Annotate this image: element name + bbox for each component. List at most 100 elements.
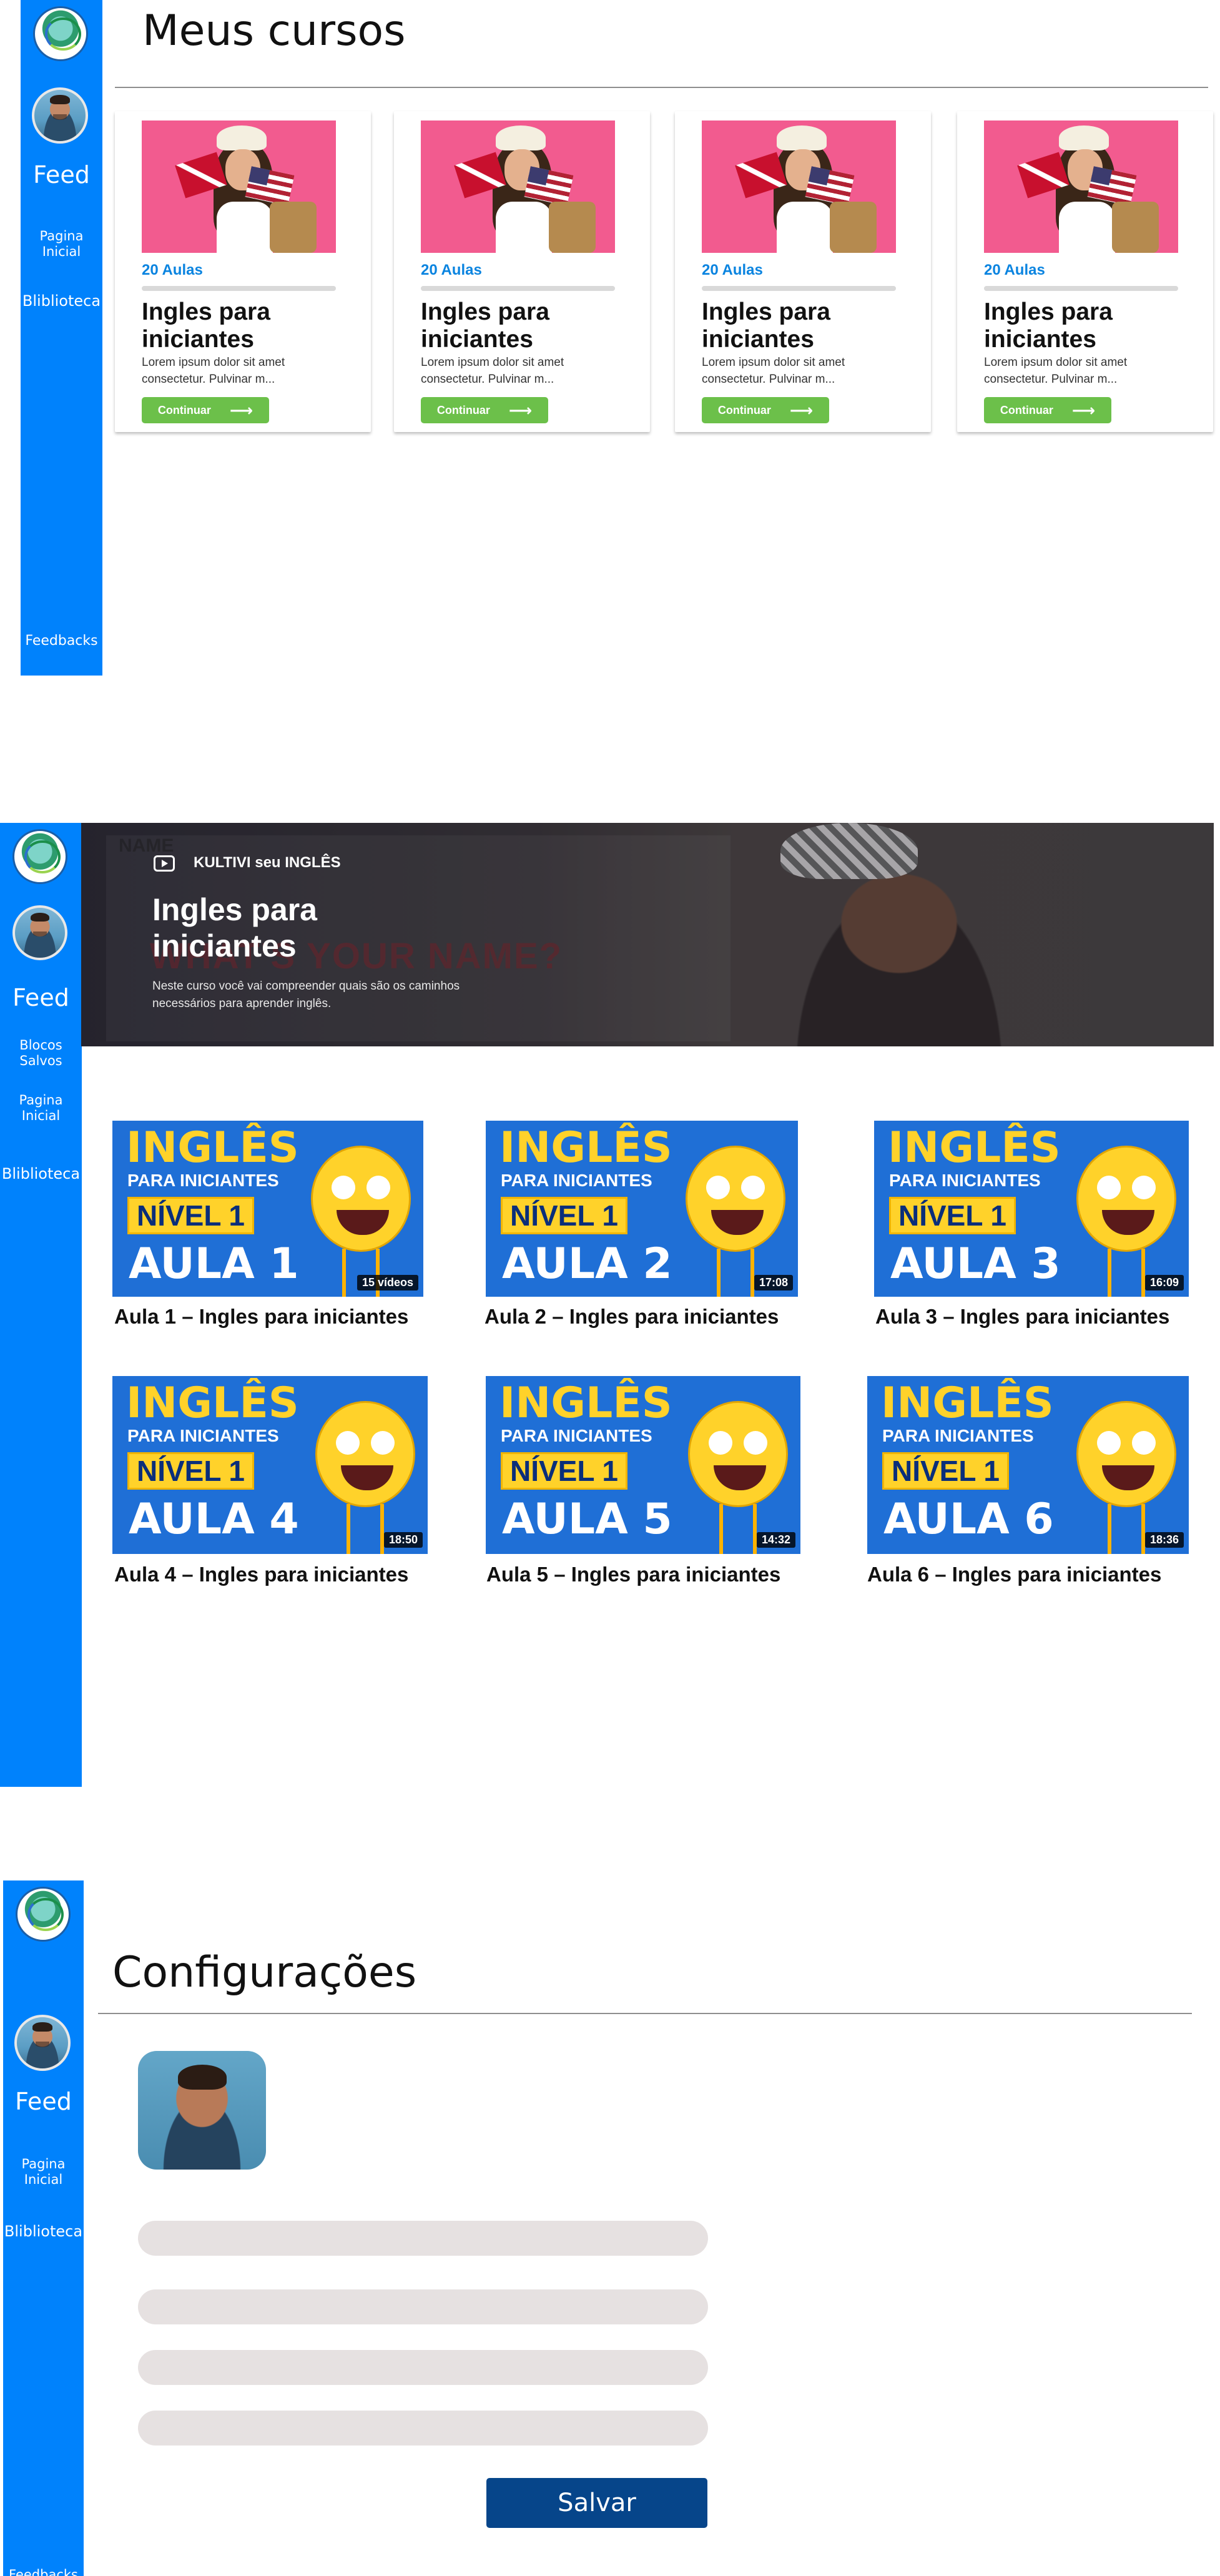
continue-button[interactable]: Continuar ⟶ [702,397,829,423]
thumb-level: NÍVEL 1 [882,1452,1009,1490]
video-title[interactable]: Aula 1 – Ingles para iniciantes [114,1305,408,1329]
course-title: Ingles para iniciantes [702,298,830,353]
img-bag [270,202,317,253]
settings-field-1[interactable] [138,2221,708,2256]
course-title: Ingles para iniciantes [421,298,549,353]
course-title: Ingles para iniciantes [984,298,1113,353]
sidebar-item-feed[interactable]: Feed [21,161,102,190]
video-duration-badge: 17:08 [754,1275,793,1290]
img-hat [777,125,827,150]
sidebar-item-library[interactable]: Bliblioteca [21,292,102,310]
settings-field-3[interactable] [138,2350,708,2385]
thumb-level: NÍVEL 1 [127,1452,254,1490]
video-thumbnail[interactable]: INGLÊS PARA INICIANTES NÍVEL 1 AULA 1 15 víd… [112,1121,423,1297]
sidebar-item-library[interactable]: Bliblioteca [0,1165,82,1183]
course-description: Lorem ipsum dolor sit amet consectetur. … [702,356,845,386]
video-duration-badge: 18:36 [1144,1532,1184,1548]
course-description: Lorem ipsum dolor sit amet consectetur. … [142,356,285,386]
thumb-heading: INGLÊS [499,1123,672,1172]
img-hat [496,125,546,150]
video-duration-badge: 15 vídeos [357,1275,418,1290]
img-shirt [777,202,833,253]
img-bag [549,202,596,253]
course-title: Ingles para iniciantes [142,298,270,353]
video-thumbnail[interactable]: INGLÊS PARA INICIANTES NÍVEL 1 AULA 2 17:08 [486,1121,798,1297]
course-card[interactable]: 20 Aulas Ingles para iniciantes Lorem ipsu… [394,111,650,432]
save-button[interactable]: Salvar [486,2478,707,2528]
course-lessons-count: 20 Aulas [142,262,203,278]
sidebar-item-saved[interactable]: Blocos Salvos [0,1038,82,1069]
video-thumbnail[interactable]: INGLÊS PARA INICIANTES NÍVEL 1 AULA 5 14:32 [486,1376,800,1554]
img-shirt [1059,202,1115,253]
sidebar-item-feedbacks[interactable]: Feedbacks [21,633,102,649]
sidebar-item-feed[interactable]: Feed [3,2088,84,2116]
continue-button-label: Continuar [157,403,211,416]
user-avatar[interactable] [32,87,88,144]
course-progress-bar [702,286,896,291]
settings-divider [98,2013,1192,2014]
youtube-play-icon [154,855,175,872]
smiley-mascot-icon [686,1146,785,1252]
thumb-heading: INGLÊS [126,1123,299,1172]
sidebar-settings: Feed Pagina Inicial Bliblioteca Feedback… [3,1880,84,2576]
video-thumbnail[interactable]: INGLÊS PARA INICIANTES NÍVEL 1 AULA 6 18:36 [867,1376,1189,1554]
video-title[interactable]: Aula 4 – Ingles para iniciantes [114,1563,408,1586]
course-image [421,120,615,253]
arrow-right-icon: ⟶ [508,401,533,420]
sidebar-item-feed[interactable]: Feed [0,984,82,1013]
smiley-mascot-icon [1076,1401,1176,1507]
smiley-mascot-icon [315,1401,415,1507]
continue-button[interactable]: Continuar ⟶ [142,397,269,423]
course-card[interactable]: 20 Aulas Ingles para iniciantes Lorem ipsu… [957,111,1213,432]
thumb-lesson: AULA 5 [502,1495,672,1544]
mascot-legs [717,1249,754,1297]
sidebar-item-home[interactable]: Pagina Inicial [3,2156,84,2188]
arrow-right-icon: ⟶ [1071,401,1096,420]
settings-title: Configurações [112,1948,417,1997]
thumb-lesson: AULA 2 [502,1239,672,1289]
course-card[interactable]: 20 Aulas Ingles para iniciantes Lorem ipsu… [675,111,931,432]
continue-button-label: Continuar [436,403,490,416]
thumb-level: NÍVEL 1 [127,1197,254,1234]
mascot-legs [1108,1504,1145,1554]
img-bag [1112,202,1159,253]
mascot-legs [719,1504,757,1554]
profile-picture[interactable] [138,2051,266,2170]
img-bag [830,202,877,253]
course-description: Lorem ipsum dolor sit amet consectetur. … [421,356,564,386]
user-avatar[interactable] [14,2015,71,2071]
video-thumbnail[interactable]: INGLÊS PARA INICIANTES NÍVEL 1 AULA 4 18:50 [112,1376,428,1554]
video-title[interactable]: Aula 3 – Ingles para iniciantes [875,1305,1169,1329]
video-thumbnail[interactable]: INGLÊS PARA INICIANTES NÍVEL 1 AULA 3 16:09 [874,1121,1189,1297]
thumb-heading: INGLÊS [881,1379,1054,1428]
continue-button[interactable]: Continuar ⟶ [984,397,1111,423]
settings-field-4[interactable] [138,2411,708,2446]
video-title[interactable]: Aula 6 – Ingles para iniciantes [867,1563,1161,1586]
kultivi-logo-icon[interactable] [12,829,67,884]
hero-course-description: Neste curso você vai compreender quais s… [152,980,460,1010]
mascot-legs [1108,1249,1145,1297]
thumb-lesson: AULA 4 [129,1495,299,1544]
img-shirt [217,202,273,253]
video-title[interactable]: Aula 5 – Ingles para iniciantes [486,1563,780,1586]
course-lessons-count: 20 Aulas [702,262,763,278]
sidebar-item-home[interactable]: Pagina Inicial [21,229,102,260]
user-avatar[interactable] [12,905,67,960]
img-shirt [496,202,552,253]
mascot-legs [347,1504,384,1554]
continue-button[interactable]: Continuar ⟶ [421,397,548,423]
img-hat [1059,125,1109,150]
thumb-level: NÍVEL 1 [501,1197,627,1234]
kultivi-logo-icon[interactable] [33,6,88,61]
sidebar-item-feedbacks[interactable]: Feedbacks [3,2567,84,2576]
kultivi-logo-icon[interactable] [16,1887,71,1942]
course-card[interactable]: 20 Aulas Ingles para iniciantes Lorem ipsu… [115,111,371,432]
sidebar-item-library[interactable]: Bliblioteca [3,2223,84,2241]
thumb-subheading: PARA INICIANTES [501,1171,652,1190]
sidebar-item-home[interactable]: Pagina Inicial [0,1093,82,1124]
course-lessons-count: 20 Aulas [984,262,1045,278]
video-title[interactable]: Aula 2 – Ingles para iniciantes [485,1305,779,1329]
video-duration-badge: 18:50 [383,1532,423,1548]
thumb-subheading: PARA INICIANTES [127,1426,279,1445]
settings-field-2[interactable] [138,2289,708,2324]
